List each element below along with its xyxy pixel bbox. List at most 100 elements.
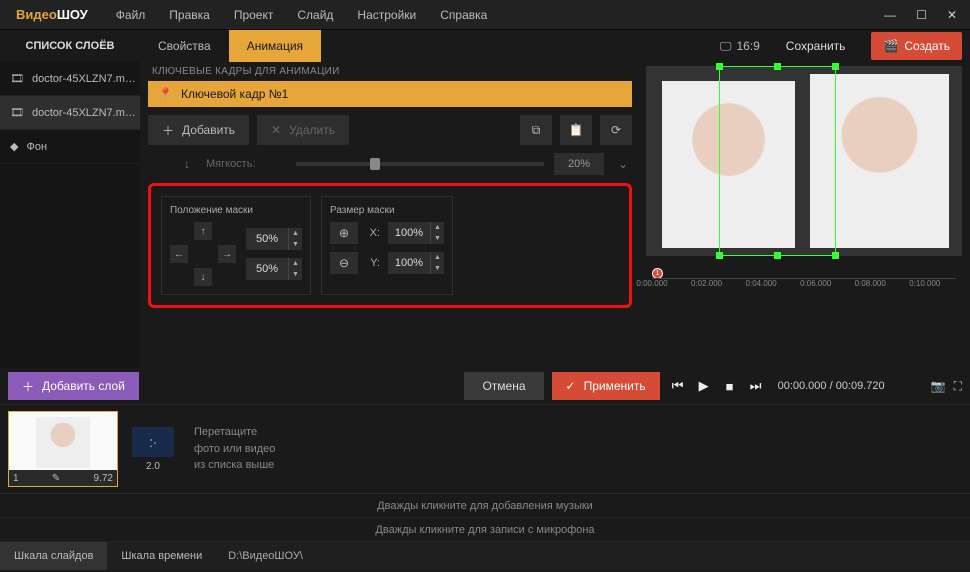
- arrow-down-button[interactable]: ↓: [194, 268, 212, 286]
- del-kf-label: Удалить: [289, 123, 335, 137]
- transition-duration: 2.0: [132, 461, 174, 472]
- keyframe-1[interactable]: 📍 Ключевой кадр №1: [148, 81, 632, 107]
- add-layer-label: Добавить слой: [42, 379, 125, 393]
- cancel-button[interactable]: Отмена: [464, 372, 543, 400]
- menu-project[interactable]: Проект: [224, 2, 284, 28]
- spin-up-icon[interactable]: ▲: [289, 258, 302, 269]
- mask-size-group: Размер маски ⊕ X: ▲▼ ⊖ Y:: [321, 196, 453, 295]
- tick: 0:00.000: [636, 279, 667, 296]
- fullscreen-button[interactable]: ⛶: [954, 379, 962, 394]
- arrow-right-button[interactable]: →: [218, 245, 236, 263]
- tab-animation[interactable]: Анимация: [229, 30, 321, 62]
- add-keyframe-button[interactable]: ＋ Добавить: [148, 115, 249, 145]
- softness-row: ↓ Мягкость: 20% ⌄: [148, 153, 632, 175]
- mask-size-x-field[interactable]: [388, 227, 430, 239]
- mask-pos-x-field[interactable]: [246, 233, 288, 245]
- menu-file[interactable]: Файл: [106, 2, 156, 28]
- delete-keyframe-button[interactable]: ✕ Удалить: [257, 115, 349, 145]
- spin-up-icon[interactable]: ▲: [289, 228, 302, 239]
- refresh-icon: ⟳: [611, 123, 621, 137]
- layer-item-1[interactable]: 🎞 doctor-45XLZN7.m…: [0, 62, 140, 96]
- softness-slider[interactable]: [296, 162, 544, 166]
- panel-tabs: Свойства Анимация: [140, 30, 321, 62]
- spin-down-icon[interactable]: ▼: [289, 269, 302, 280]
- export-icon: 🎬: [883, 39, 898, 53]
- zoom-out-button[interactable]: ⊖: [330, 252, 358, 274]
- menu-settings[interactable]: Настройки: [347, 2, 426, 28]
- chevron-down-icon[interactable]: ⌄: [614, 157, 632, 171]
- background-icon: ◆: [10, 140, 18, 153]
- resize-handle[interactable]: [774, 252, 781, 259]
- close-button[interactable]: ✕: [942, 6, 962, 24]
- main-menu: Файл Правка Проект Слайд Настройки Справ…: [106, 2, 498, 28]
- layer-bg-label: Фон: [26, 141, 47, 153]
- save-button[interactable]: Сохранить: [772, 33, 860, 59]
- chevron-down-icon[interactable]: ↓: [178, 157, 196, 171]
- music-track[interactable]: Дважды кликните для добавления музыки: [0, 494, 970, 518]
- spin-up-icon[interactable]: ▲: [431, 252, 444, 263]
- spin-up-icon[interactable]: ▲: [431, 222, 444, 233]
- tab-time-scale[interactable]: Шкала времени: [107, 542, 216, 570]
- snapshot-button[interactable]: 📷: [931, 379, 946, 393]
- softness-label: Мягкость:: [206, 158, 286, 170]
- resize-handle[interactable]: [774, 63, 781, 70]
- menu-slide[interactable]: Слайд: [287, 2, 343, 28]
- x-label: X:: [366, 227, 380, 239]
- mask-size-x-input[interactable]: ▲▼: [388, 222, 444, 244]
- position-arrows: ↑ ↓ ← →: [170, 222, 236, 286]
- menu-help[interactable]: Справка: [430, 2, 497, 28]
- resize-handle[interactable]: [716, 63, 723, 70]
- voice-track[interactable]: Дважды кликните для записи с микрофона: [0, 518, 970, 542]
- copy-button[interactable]: ⧉: [520, 115, 552, 145]
- pencil-icon[interactable]: ✎: [52, 473, 60, 484]
- preview-timeline[interactable]: 1 0:00.000 0:02.000 0:04.000 0:06.000 0:…: [646, 264, 962, 298]
- prev-button[interactable]: ⏮: [668, 376, 688, 396]
- zoom-in-button[interactable]: ⊕: [330, 222, 358, 244]
- layer-item-2[interactable]: 🎞 doctor-45XLZN7.m…: [0, 96, 140, 130]
- tab-slide-scale[interactable]: Шкала слайдов: [0, 542, 107, 570]
- aspect-ratio[interactable]: 🖵 16:9: [720, 39, 760, 54]
- plus-icon: ＋: [162, 122, 174, 139]
- mask-pos-y-field[interactable]: [246, 263, 288, 275]
- mask-size-y-field[interactable]: [388, 257, 430, 269]
- minimize-button[interactable]: —: [879, 6, 901, 24]
- preview-canvas[interactable]: [646, 66, 962, 256]
- layer-2-label: doctor-45XLZN7.m…: [32, 107, 136, 119]
- apply-label: Применить: [584, 379, 646, 393]
- stop-button[interactable]: ■: [720, 376, 740, 396]
- copy-icon: ⧉: [532, 123, 541, 138]
- preview-panel: 1 0:00.000 0:02.000 0:04.000 0:06.000 0:…: [640, 62, 970, 368]
- slide-thumb-1[interactable]: 1 ✎ 9.72: [8, 411, 118, 487]
- maximize-button[interactable]: ☐: [911, 6, 932, 24]
- paste-button[interactable]: 📋: [560, 115, 592, 145]
- resize-handle[interactable]: [716, 252, 723, 259]
- mask-pos-y-input[interactable]: ▲▼: [246, 258, 302, 280]
- arrow-up-button[interactable]: ↑: [194, 222, 212, 240]
- reset-button[interactable]: ⟳: [600, 115, 632, 145]
- tick: 0:06.000: [800, 279, 831, 296]
- slide-meta: 1 ✎ 9.72: [9, 470, 117, 486]
- mask-size-y-input[interactable]: ▲▼: [388, 252, 444, 274]
- layer-item-bg[interactable]: ◆ Фон: [0, 130, 140, 164]
- apply-button[interactable]: ✓ Применить: [552, 372, 660, 400]
- action-row: ＋ Добавить слой Отмена ✓ Применить ⏮ ▶ ■…: [0, 368, 970, 404]
- create-button[interactable]: 🎬 Создать: [871, 32, 962, 60]
- slider-thumb[interactable]: [370, 158, 380, 170]
- transition-thumb[interactable]: ჻ 2.0: [132, 427, 174, 472]
- resize-handle[interactable]: [832, 252, 839, 259]
- play-button[interactable]: ▶: [694, 376, 714, 396]
- spin-down-icon[interactable]: ▼: [431, 233, 444, 244]
- tab-properties[interactable]: Свойства: [140, 30, 229, 62]
- add-layer-button[interactable]: ＋ Добавить слой: [8, 372, 139, 400]
- mask-pos-x-input[interactable]: ▲▼: [246, 228, 302, 250]
- softness-value[interactable]: 20%: [554, 153, 604, 175]
- resize-handle[interactable]: [832, 63, 839, 70]
- next-button[interactable]: ⏭: [746, 376, 766, 396]
- spin-down-icon[interactable]: ▼: [431, 263, 444, 274]
- tick: 0:10.000: [909, 279, 940, 296]
- arrow-left-button[interactable]: ←: [170, 245, 188, 263]
- spin-down-icon[interactable]: ▼: [289, 239, 302, 250]
- drop-hint: Перетащите фото или видео из списка выше: [194, 424, 275, 474]
- menu-edit[interactable]: Правка: [159, 2, 220, 28]
- selection-box[interactable]: [719, 66, 836, 256]
